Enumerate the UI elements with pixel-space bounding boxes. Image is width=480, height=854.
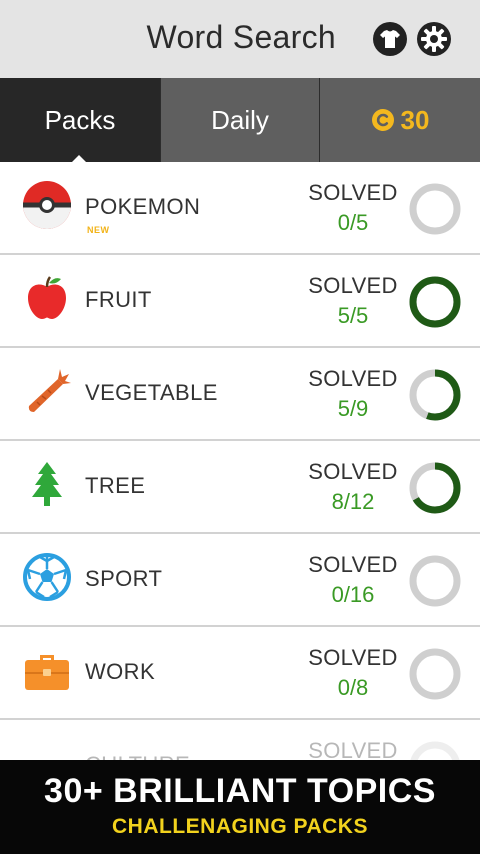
solved-label: SOLVED: [308, 273, 398, 298]
progress-ring: [409, 555, 461, 607]
pack-row-sport[interactable]: SPORT SOLVED 0/16: [0, 534, 480, 627]
gear-icon[interactable]: [416, 21, 452, 57]
tab-daily-label: Daily: [211, 104, 269, 135]
pack-list: POKEMON NEW SOLVED 0/5 FRUIT SOLVED 5/5 …: [0, 162, 480, 760]
soccer-ball-icon: [22, 552, 72, 602]
promo-banner: 30+ BRILLIANT TOPICS CHALLENAGING PACKS: [0, 760, 480, 854]
progress-ring: [409, 369, 461, 421]
solved-count: 8/12: [331, 489, 375, 514]
culture-icon: [22, 738, 72, 760]
new-badge: NEW: [87, 225, 110, 235]
progress-ring: [409, 183, 461, 235]
pack-name: VEGETABLE: [85, 380, 218, 405]
pack-name: FRUIT: [85, 287, 152, 312]
pack-name: WORK: [85, 659, 156, 684]
solved-count: 5/5: [337, 303, 369, 328]
pack-row-tree[interactable]: TREE SOLVED 8/12: [0, 441, 480, 534]
pack-name: SPORT: [85, 566, 163, 591]
solved-count: 0/5: [337, 210, 369, 235]
banner-subtitle: CHALLENAGING PACKS: [112, 815, 368, 838]
pack-row-work[interactable]: WORK SOLVED 0/8: [0, 627, 480, 720]
pokeball-icon: [22, 180, 72, 230]
briefcase-icon: [22, 645, 72, 695]
app-title: Word Search: [146, 19, 336, 55]
tab-coins[interactable]: 30: [320, 78, 480, 162]
progress-ring-fill: [409, 276, 461, 328]
apple-icon: [22, 273, 72, 323]
pack-row-vegetable[interactable]: VEGETABLE SOLVED 5/9: [0, 348, 480, 441]
tab-bar: Packs Daily 30: [0, 78, 480, 162]
pack-row-pokemon[interactable]: POKEMON NEW SOLVED 0/5: [0, 162, 480, 255]
solved-label: SOLVED: [308, 180, 398, 205]
solved-label: SOLVED: [308, 645, 398, 670]
progress-ring: [409, 741, 461, 760]
coin-count: 30: [400, 104, 430, 135]
solved-label: SOLVED: [308, 459, 398, 484]
pack-row-culture[interactable]: CULTURE SOLVED: [0, 720, 480, 760]
progress-ring: [409, 276, 461, 328]
tree-icon: [22, 459, 72, 509]
pack-name: TREE: [85, 473, 146, 498]
solved-count: 0/16: [331, 582, 375, 607]
progress-ring: [409, 648, 461, 700]
banner-title: 30+ BRILLIANT TOPICS: [44, 772, 436, 810]
coin-icon: [371, 109, 394, 131]
solved-count: 0/8: [337, 675, 369, 700]
tab-daily[interactable]: Daily: [161, 78, 319, 162]
carrot-icon: [22, 366, 72, 416]
pack-name: POKEMON: [85, 194, 201, 219]
solved-label: SOLVED: [308, 366, 398, 391]
app-header: Word Search: [0, 0, 480, 78]
solved-count: 5/9: [337, 396, 369, 421]
tab-packs[interactable]: Packs: [0, 78, 160, 162]
pack-row-fruit[interactable]: FRUIT SOLVED 5/5: [0, 255, 480, 348]
pack-name: CULTURE: [85, 752, 190, 760]
solved-label: SOLVED: [308, 552, 398, 577]
progress-ring: [409, 462, 461, 514]
tab-packs-label: Packs: [44, 104, 116, 135]
solved-label: SOLVED: [308, 738, 398, 760]
tshirt-icon[interactable]: [372, 21, 408, 57]
